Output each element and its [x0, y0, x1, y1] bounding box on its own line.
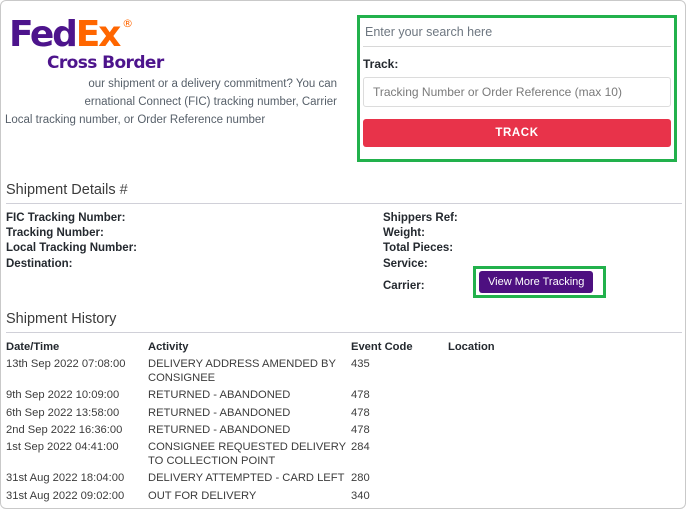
shipment-history-table: Date/Time Activity Event Code Location 1…: [6, 341, 682, 508]
intro-text: our shipment or a delivery commitment? Y…: [1, 75, 349, 129]
table-row: 1st Sep 2022 04:41:00 CONSIGNEE REQUESTE…: [6, 439, 682, 470]
field-weight: Weight:: [383, 227, 425, 240]
cell-location: [448, 422, 682, 439]
cell-location: [448, 387, 682, 404]
registered-trademark-icon: ®: [122, 17, 134, 30]
table-header-row: Date/Time Activity Event Code Location: [6, 341, 682, 356]
field-carrier: Carrier:: [383, 279, 425, 292]
table-row: 6th Sep 2022 13:58:00 RETURNED - ABANDON…: [6, 405, 682, 422]
logo-fed-text: Fed: [9, 14, 78, 55]
track-button[interactable]: TRACK: [363, 119, 671, 147]
cell-datetime: 2nd Sep 2022 16:36:00: [6, 423, 123, 436]
cell-event-code: 202: [351, 505, 448, 508]
fedex-cross-border-logo: FedEx ® Cross Border: [9, 13, 179, 74]
cell-datetime: 6th Sep 2022 13:58:00: [6, 406, 120, 419]
field-destination: Destination:: [6, 257, 73, 270]
cell-location: [448, 488, 682, 505]
history-rows: 13th Sep 2022 07:08:00 DELIVERY ADDRESS …: [6, 356, 682, 508]
cell-activity: CONSIGNEE REQUESTED DELIVERY TO COLLECTI…: [148, 441, 346, 468]
cell-activity: RETURNED - ABANDONED: [148, 389, 291, 402]
cell-activity: DELIVERY ADDRESS AMENDED BY CONSIGNEE: [148, 358, 336, 385]
cell-activity: DELIVERY ATTEMPTED - CARD LEFT: [148, 472, 345, 485]
cell-event-code: 478: [351, 389, 370, 402]
cell-event-code: 284: [351, 441, 370, 454]
shipment-details-left-column: FIC Tracking Number: Tracking Number: Lo…: [6, 211, 137, 272]
cell-event-code: 340: [351, 489, 370, 502]
cell-activity: IN TRANSIT - HUB SCAN: [148, 505, 351, 508]
tracking-page: FedEx ® Cross Border our shipment or a de…: [0, 0, 686, 509]
cell-datetime: 9th Sep 2022 10:09:00: [6, 389, 120, 402]
column-header-activity: Activity: [148, 341, 189, 353]
logo-subtitle: Cross Border: [47, 53, 164, 73]
table-row: 13th Sep 2022 07:08:00 DELIVERY ADDRESS …: [6, 356, 682, 387]
cell-activity: RETURNED - ABANDONED: [148, 423, 291, 436]
table-row: 31st Aug 2022 18:04:00 DELIVERY ATTEMPTE…: [6, 470, 682, 487]
column-header-event-code: Event Code: [351, 341, 413, 353]
cell-datetime: 13th Sep 2022 07:08:00: [6, 358, 126, 370]
field-shippers-ref: Shippers Ref:: [383, 212, 458, 224]
search-input[interactable]: [363, 23, 671, 47]
field-fic-tracking-number: FIC Tracking Number:: [6, 212, 126, 224]
cell-location: [448, 470, 682, 487]
table-row: 31st Aug 2022 08:26:00 IN TRANSIT - HUB …: [6, 505, 682, 508]
cell-datetime: 31st Aug 2022 08:26:00: [6, 505, 148, 508]
track-label: Track:: [363, 57, 399, 71]
search-panel: Track: TRACK: [363, 23, 671, 147]
fedex-wordmark: FedEx ®: [9, 13, 179, 55]
field-local-tracking-number: Local Tracking Number:: [6, 242, 138, 255]
shipment-history-heading: Shipment History: [6, 311, 682, 333]
cell-activity: OUT FOR DELIVERY: [148, 489, 257, 502]
table-row: 2nd Sep 2022 16:36:00 RETURNED - ABANDON…: [6, 422, 682, 439]
cell-datetime: 31st Aug 2022 09:02:00: [6, 489, 125, 502]
intro-line-2: ernational Connect (FIC) tracking number…: [84, 96, 337, 108]
cell-event-code: 478: [351, 423, 370, 436]
shipment-details-right-column: Shippers Ref: Weight: Total Pieces: Serv…: [383, 211, 458, 294]
anchor-hash-icon: #: [119, 182, 128, 198]
cell-location: [448, 405, 682, 422]
column-header-datetime: Date/Time: [6, 341, 60, 353]
cell-datetime: 31st Aug 2022 18:04:00: [6, 472, 125, 485]
tracking-number-input[interactable]: [363, 77, 671, 107]
shipment-details-heading: Shipment Details #: [6, 182, 682, 204]
shipment-details-title: Shipment Details: [6, 182, 116, 198]
table-row: 31st Aug 2022 09:02:00 OUT FOR DELIVERY …: [6, 488, 682, 505]
cell-datetime: 1st Sep 2022 04:41:00: [6, 441, 119, 454]
cell-location: [448, 356, 682, 387]
intro-line-1: our shipment or a delivery commitment? Y…: [88, 78, 337, 90]
intro-line-3: Local tracking number, or Order Referenc…: [5, 114, 266, 126]
cell-event-code: 280: [351, 472, 370, 485]
cell-activity: RETURNED - ABANDONED: [148, 406, 291, 419]
cell-location: [448, 505, 682, 508]
field-service: Service:: [383, 257, 428, 270]
cell-event-code: 478: [351, 406, 370, 419]
table-row: 9th Sep 2022 10:09:00 RETURNED - ABANDON…: [6, 387, 682, 404]
field-tracking-number: Tracking Number:: [6, 227, 104, 240]
view-more-tracking-button[interactable]: View More Tracking: [479, 271, 594, 293]
cell-event-code: 435: [351, 358, 370, 370]
field-total-pieces: Total Pieces:: [383, 242, 454, 255]
cell-location: [448, 439, 682, 470]
column-header-location: Location: [448, 341, 495, 353]
logo-ex-text: Ex: [75, 14, 122, 55]
